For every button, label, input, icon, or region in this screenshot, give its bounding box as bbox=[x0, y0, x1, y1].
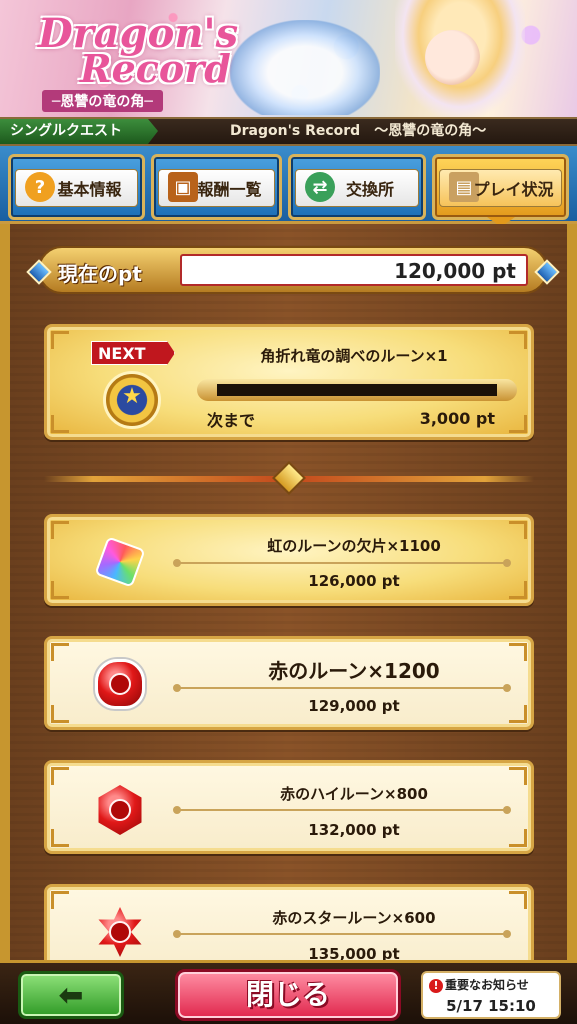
reward-card: 赤のハイルーン×800 132,000 pt bbox=[44, 760, 534, 854]
card-corner bbox=[51, 891, 69, 909]
next-reward-name: 角折れ竜の調べのルーン×1 bbox=[260, 347, 448, 365]
card-corner bbox=[51, 331, 69, 349]
red-rune-icon bbox=[93, 657, 147, 711]
tab-basic-info[interactable]: ? 基本情報 bbox=[8, 154, 145, 220]
card-corner bbox=[51, 767, 69, 785]
next-badge: NEXT bbox=[91, 341, 175, 365]
reward-card: 赤のスタールーン×600 135,000 pt bbox=[44, 884, 534, 960]
card-corner bbox=[509, 415, 527, 433]
reward-name: 赤のルーン×1200 bbox=[268, 659, 440, 683]
quest-title: Dragon's Record ～恩讐の竜の角～ bbox=[230, 123, 487, 139]
current-points-value: 120,000 pt bbox=[394, 259, 516, 283]
tab-label: 報酬一覧 bbox=[197, 180, 262, 199]
card-corner bbox=[51, 643, 69, 661]
notice-title-row: ! 重要なお知らせ bbox=[429, 976, 529, 993]
reward-divider bbox=[173, 684, 511, 692]
remaining-label: 次まで bbox=[207, 411, 256, 430]
event-banner: Dragon's Record ─恩讐の竜の角─ bbox=[0, 0, 577, 117]
red-star-rune-icon bbox=[93, 905, 147, 959]
reward-points: 129,000 pt bbox=[308, 697, 400, 715]
reward-card: 虹のルーンの欠片×1100 126,000 pt bbox=[44, 514, 534, 606]
reward-points: 126,000 pt bbox=[308, 572, 400, 590]
reward-divider bbox=[173, 559, 511, 567]
alert-icon: ! bbox=[429, 979, 443, 993]
card-corner bbox=[51, 705, 69, 723]
card-corner bbox=[51, 829, 69, 847]
reward-card: 赤のルーン×1200 129,000 pt bbox=[44, 636, 534, 730]
logo-title-line2: Record bbox=[80, 46, 231, 91]
bottom-bar: ⬅ 閉じる ! 重要なお知らせ 5/17 15:10 bbox=[0, 960, 577, 1024]
notice-datetime: 5/17 15:10 bbox=[446, 997, 536, 1015]
next-reward-card: NEXT 角折れ竜の調べのルーン×1 次まで 3,000 pt bbox=[44, 324, 534, 440]
remaining-value: 3,000 pt bbox=[419, 409, 495, 428]
quest-header-bar: シングルクエスト Dragon's Record ～恩讐の竜の角～ bbox=[0, 117, 577, 146]
section-divider bbox=[44, 461, 534, 495]
tab-label: 交換所 bbox=[345, 180, 394, 199]
reward-divider bbox=[173, 930, 511, 938]
card-corner bbox=[51, 521, 69, 539]
logo-subtitle: ─恩讐の竜の角─ bbox=[42, 90, 163, 112]
reward-points: 135,000 pt bbox=[308, 945, 400, 960]
tab-bar: ? 基本情報 ▣ 報酬一覧 ⇄ 交換所 ▤ プレイ状況 bbox=[0, 146, 577, 227]
reward-name: 赤のハイルーン×800 bbox=[280, 785, 428, 803]
quest-type-tag: シングルクエスト bbox=[0, 119, 158, 144]
current-points-bar: 現在のpt 120,000 pt bbox=[26, 246, 560, 294]
reward-name: 虹のルーンの欠片×1100 bbox=[267, 537, 441, 555]
dragon-artwork bbox=[230, 20, 380, 115]
character-face bbox=[425, 30, 480, 85]
back-arrow-icon: ⬅ bbox=[58, 977, 84, 1013]
reward-divider bbox=[173, 806, 511, 814]
gem-ornament-left bbox=[26, 259, 52, 285]
tab-label: プレイ状況 bbox=[473, 180, 554, 199]
reward-points: 132,000 pt bbox=[308, 821, 400, 839]
progress-track bbox=[217, 384, 497, 396]
rainbow-rune-fragment-icon bbox=[93, 535, 147, 589]
current-points-box: 120,000 pt bbox=[180, 254, 528, 286]
tab-play-status[interactable]: ▤ プレイ状況 bbox=[432, 154, 569, 227]
gem-ornament-right bbox=[534, 259, 560, 285]
divider-diamond bbox=[272, 461, 306, 495]
notice-title: 重要なお知らせ bbox=[445, 978, 529, 992]
reward-name: 赤のスタールーン×600 bbox=[272, 909, 436, 927]
medal-rune-icon bbox=[103, 371, 161, 429]
back-button[interactable]: ⬅ bbox=[18, 971, 124, 1019]
tab-reward-list[interactable]: ▣ 報酬一覧 bbox=[151, 154, 282, 220]
next-reward-progress bbox=[197, 379, 517, 401]
card-corner bbox=[51, 415, 69, 433]
tab-label: 基本情報 bbox=[57, 180, 122, 199]
important-notice-button[interactable]: ! 重要なお知らせ 5/17 15:10 bbox=[421, 971, 561, 1019]
card-corner bbox=[51, 581, 69, 599]
tab-exchange[interactable]: ⇄ 交換所 bbox=[288, 154, 426, 220]
red-high-rune-icon bbox=[93, 783, 147, 837]
play-status-panel[interactable]: 現在のpt 120,000 pt NEXT 角折れ竜の調べのルーン×1 次まで … bbox=[0, 224, 577, 960]
current-points-label: 現在のpt bbox=[58, 262, 142, 286]
close-button[interactable]: 閉じる bbox=[175, 969, 401, 1021]
